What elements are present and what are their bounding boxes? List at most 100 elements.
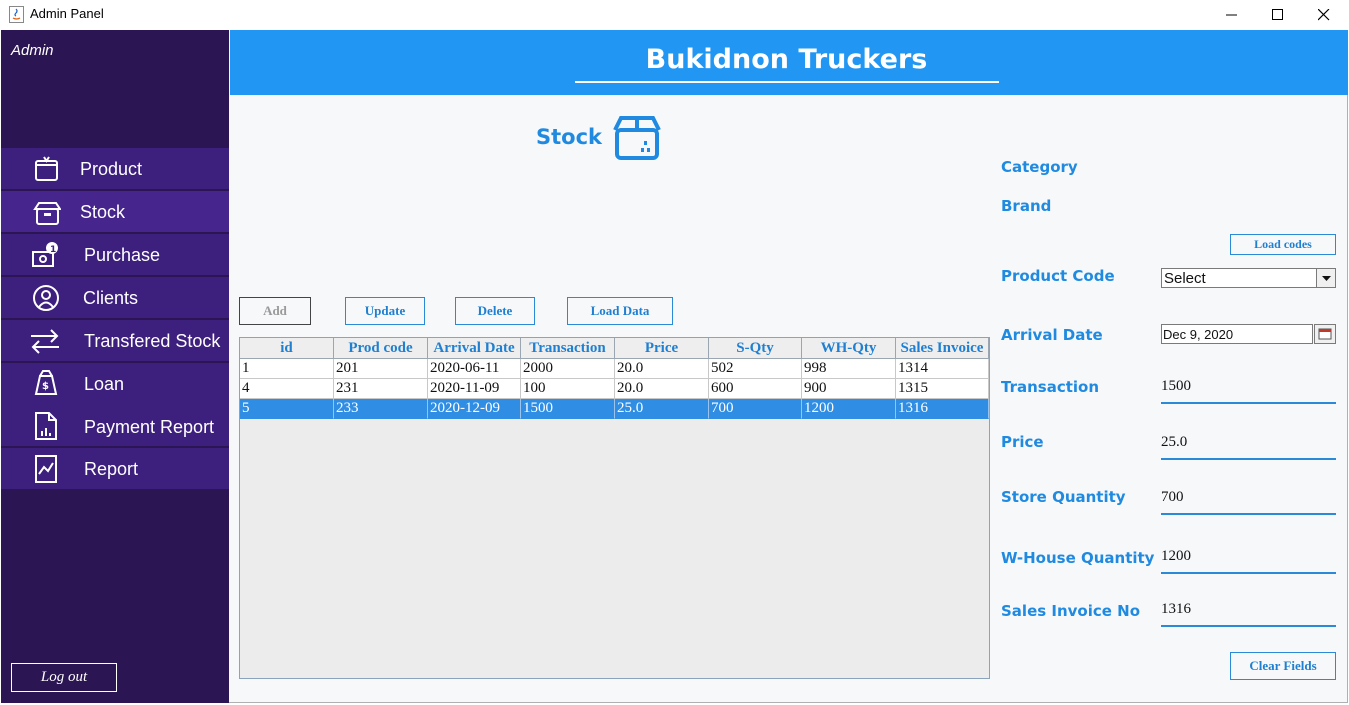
column-header-wh-qty[interactable]: WH-Qty [802, 338, 896, 359]
product-code-label: Product Code [1001, 267, 1115, 285]
column-header-arrival-date[interactable]: Arrival Date [428, 338, 521, 359]
table-cell: 700 [709, 399, 802, 419]
brand-label: Brand [1001, 197, 1052, 215]
dropdown-arrow[interactable] [1316, 269, 1335, 287]
update-button[interactable]: Update [345, 297, 425, 325]
stock-table[interactable]: id Prod code Arrival Date Transaction Pr… [239, 337, 990, 679]
arrival-date-value: Dec 9, 2020 [1163, 327, 1234, 342]
store-quantity-value: 700 [1161, 489, 1184, 505]
payment-report-icon [35, 412, 57, 440]
table-cell: 1315 [896, 379, 989, 399]
clients-icon [33, 285, 59, 311]
table-cell: 2020-12-09 [428, 399, 521, 419]
sidebar-item-label: Purchase [84, 245, 161, 265]
price-label: Price [1001, 433, 1044, 451]
warehouse-quantity-value: 1200 [1161, 548, 1191, 564]
table-cell: 231 [334, 379, 428, 399]
column-header-transaction[interactable]: Transaction [521, 338, 615, 359]
delete-button[interactable]: Delete [455, 297, 535, 325]
table-cell: 502 [709, 359, 802, 379]
table-cell: 900 [802, 379, 896, 399]
table-cell: 1316 [896, 399, 989, 419]
window-titlebar: Admin Panel [0, 0, 1349, 30]
clear-fields-button[interactable]: Clear Fields [1230, 652, 1336, 680]
table-cell: 4 [240, 379, 334, 399]
user-role-label: Admin [11, 42, 54, 59]
table-cell: 1314 [896, 359, 989, 379]
load-codes-button[interactable]: Load codes [1230, 234, 1336, 255]
sidebar-item-stock[interactable]: Stock [1, 191, 229, 233]
column-header-price[interactable]: Price [615, 338, 709, 359]
main-panel: Bukidnon Truckers Stock Add Update Delet… [229, 30, 1348, 703]
table-cell: 998 [802, 359, 896, 379]
purchase-icon: 1 [32, 242, 58, 267]
warehouse-quantity-label: W-House Quantity [1001, 549, 1155, 567]
table-cell: 25.0 [615, 399, 709, 419]
sidebar-item-product[interactable]: Product [1, 148, 229, 190]
sidebar-item-purchase[interactable]: 1 Purchase [1, 234, 229, 276]
load-data-button[interactable]: Load Data [567, 297, 673, 325]
table-row[interactable]: 1 201 2020-06-11 2000 20.0 502 998 1314 [240, 359, 989, 379]
table-cell: 1 [240, 359, 334, 379]
sidebar-item-report[interactable]: Report [1, 448, 229, 490]
svg-text:$: $ [42, 381, 49, 392]
product-code-selected-value: Select [1164, 270, 1206, 287]
maximize-button[interactable] [1255, 0, 1301, 30]
stock-box-icon [613, 116, 661, 160]
column-header-id[interactable]: id [240, 338, 334, 359]
column-header-s-qty[interactable]: S-Qty [709, 338, 802, 359]
table-cell: 1500 [521, 399, 615, 419]
sales-invoice-field[interactable]: 1316 [1161, 599, 1336, 627]
transaction-field[interactable]: 1500 [1161, 376, 1336, 404]
stock-box-icon [33, 202, 61, 225]
table-row-selected[interactable]: 5 233 2020-12-09 1500 25.0 700 1200 1316 [240, 399, 989, 419]
close-icon [1318, 9, 1330, 21]
table-cell: 600 [709, 379, 802, 399]
logout-button[interactable]: Log out [11, 663, 117, 692]
window-title: Admin Panel [30, 6, 104, 21]
sidebar-item-label: Payment Report [84, 417, 215, 437]
table-cell: 1200 [802, 399, 896, 419]
sales-invoice-label: Sales Invoice No [1001, 602, 1141, 620]
close-button[interactable] [1301, 0, 1347, 30]
table-header: id Prod code Arrival Date Transaction Pr… [240, 338, 989, 359]
transfer-arrows-icon [31, 329, 59, 354]
loan-bag-icon: $ [34, 370, 58, 395]
table-row[interactable]: 4 231 2020-11-09 100 20.0 600 900 1315 [240, 379, 989, 399]
maximize-icon [1272, 9, 1283, 20]
calendar-icon [1318, 328, 1332, 340]
title-underline [575, 81, 999, 83]
table-cell: 233 [334, 399, 428, 419]
column-header-sales-invoice[interactable]: Sales Invoice [896, 338, 989, 359]
price-field[interactable]: 25.0 [1161, 432, 1336, 460]
date-picker-button[interactable] [1314, 324, 1336, 344]
price-value: 25.0 [1161, 434, 1188, 450]
store-quantity-field[interactable]: 700 [1161, 487, 1336, 515]
sidebar-item-label: Product [80, 159, 143, 179]
category-label: Category [1001, 158, 1078, 176]
page-title: Stock [536, 125, 603, 149]
sidebar-item-payment-report[interactable]: Payment Report [1, 404, 229, 447]
svg-text:1: 1 [50, 245, 56, 255]
minimize-icon [1226, 14, 1237, 16]
sidebar-item-clients[interactable]: Clients [1, 277, 229, 319]
report-chart-icon [35, 455, 57, 483]
warehouse-quantity-field[interactable]: 1200 [1161, 546, 1336, 574]
table-cell: 20.0 [615, 379, 709, 399]
sidebar-item-label: Clients [83, 288, 139, 308]
column-header-prod-code[interactable]: Prod code [334, 338, 428, 359]
add-button[interactable]: Add [239, 297, 311, 325]
table-cell: 201 [334, 359, 428, 379]
sidebar-item-transfered-stock[interactable]: Transfered Stock [1, 320, 229, 362]
sidebar-item-label: Report [84, 459, 139, 479]
table-cell: 2000 [521, 359, 615, 379]
java-app-icon [9, 6, 24, 23]
app-title: Bukidnon Truckers [645, 44, 928, 75]
logout-label: Log out [40, 669, 88, 685]
minimize-button[interactable] [1209, 0, 1255, 30]
app-header: Bukidnon Truckers [230, 30, 1348, 95]
arrival-date-input[interactable]: Dec 9, 2020 [1161, 324, 1313, 344]
table-cell: 100 [521, 379, 615, 399]
sidebar-item-loan[interactable]: $ Loan [1, 363, 229, 405]
product-code-dropdown[interactable]: Select [1161, 268, 1336, 288]
